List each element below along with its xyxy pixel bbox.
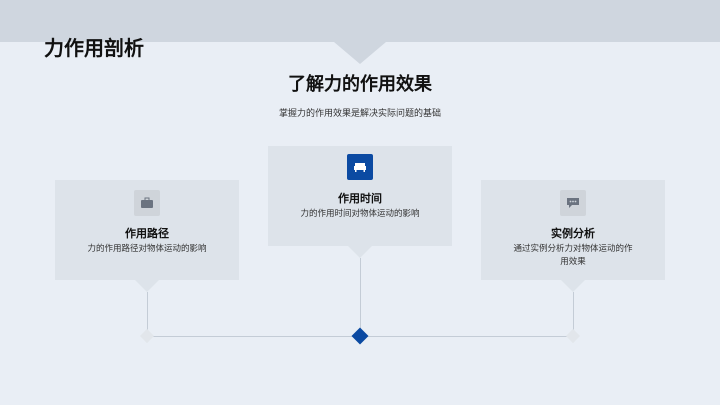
page-title: 力作用剖析 [44,36,144,60]
card-pointer [561,280,585,292]
card-pointer [348,246,372,258]
timeline-marker [565,328,581,344]
card-title: 作用时间 [338,192,382,205]
timeline-marker [139,328,155,344]
card-title: 作用路径 [125,227,169,240]
section-subheading: 掌握力的作用效果是解决实际问题的基础 [278,109,441,119]
timeline-marker-active [351,327,369,345]
chat-icon [560,190,586,216]
card-example: 实例分析 通过实例分析力对物体运动的作用效果 [481,180,665,280]
section-heading: 了解力的作用效果 [288,74,432,95]
card-description: 力的作用时间对物体运动的影响 [300,209,420,219]
card-description: 力的作用路径对物体运动的影响 [87,244,207,254]
card-path: 作用路径 力的作用路径对物体运动的影响 [55,180,239,280]
connector-line [360,258,361,336]
card-description: 通过实例分析力对物体运动的作用效果 [513,244,633,267]
sofa-icon [347,154,373,180]
briefcase-icon [134,190,160,216]
top-bar-notch [334,42,386,64]
card-time: 作用时间 力的作用时间对物体运动的影响 [268,146,452,246]
card-pointer [135,280,159,292]
card-title: 实例分析 [551,227,595,240]
